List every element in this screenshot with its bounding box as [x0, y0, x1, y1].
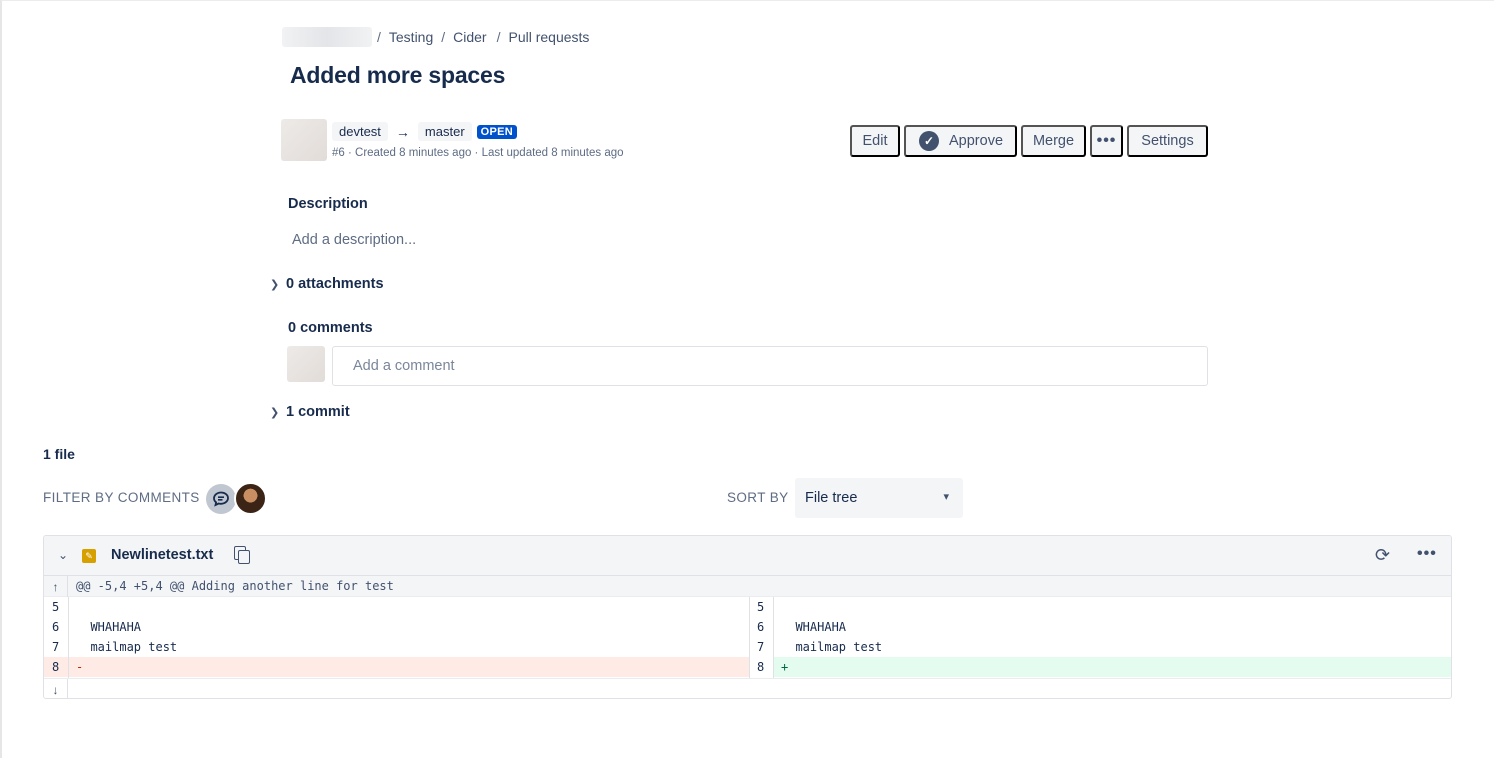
approve-button[interactable]: ✓ Approve: [904, 125, 1017, 157]
source-branch[interactable]: devtest: [332, 122, 388, 141]
code-line: mailmap test: [781, 640, 883, 654]
line-number[interactable]: 5: [44, 597, 68, 617]
arrow-up-icon[interactable]: ↑: [44, 576, 68, 597]
chevron-right-icon: ❯: [270, 406, 280, 419]
diff-row-left: 5: [44, 597, 749, 617]
line-number[interactable]: 6: [44, 617, 68, 637]
attachments-toggle[interactable]: ❯ 0 attachments: [270, 276, 384, 292]
line-number[interactable]: 5: [749, 597, 773, 617]
breadcrumb-pull-requests[interactable]: Pull requests: [509, 29, 590, 45]
diff-footer: ↓: [44, 678, 1451, 698]
check-circle-icon: ✓: [919, 131, 939, 151]
diff-row-added: 8 +: [749, 657, 1451, 677]
hunk-header: ↑ @@ -5,4 +5,4 @@ Adding another line fo…: [44, 576, 1451, 597]
code-line-deleted: -: [76, 660, 84, 674]
arrow-right-icon: →: [395, 123, 410, 140]
description-heading: Description: [288, 196, 368, 212]
gutter-divider: [773, 597, 774, 678]
breadcrumb-separator: /: [496, 29, 501, 45]
sort-by-label: SORT BY: [727, 490, 789, 505]
attachments-label: 0 attachments: [286, 276, 384, 292]
approve-label: Approve: [949, 133, 1004, 149]
pencil-icon: ✎: [82, 549, 96, 563]
diff-row-right: 5: [749, 597, 1451, 617]
sort-select-value: File tree: [805, 490, 858, 506]
description-placeholder[interactable]: Add a description...: [292, 232, 416, 248]
code-line: mailmap test: [76, 640, 178, 654]
gutter-divider: [68, 597, 69, 678]
side-divider: [749, 597, 750, 678]
code-line-added: +: [773, 657, 1451, 677]
file-more-icon[interactable]: •••: [1417, 545, 1437, 563]
current-user-avatar: [287, 346, 325, 382]
speech-bubble-icon: [213, 491, 229, 507]
page-title: Added more spaces: [290, 62, 506, 88]
breadcrumb-separator: /: [441, 29, 446, 45]
file-diff-header: ⌄ ✎ Newlinetest.txt ⟳ •••: [44, 536, 1451, 576]
hunk-header-text: @@ -5,4 +5,4 @@ Adding another line for …: [76, 579, 394, 593]
breadcrumb-separator: /: [377, 29, 381, 45]
line-number[interactable]: 7: [44, 637, 68, 657]
settings-button[interactable]: Settings: [1127, 125, 1208, 157]
diff-row-right: 6 WHAHAHA: [749, 617, 1451, 637]
code-line: WHAHAHA: [76, 620, 142, 634]
code-line: WHAHAHA: [781, 620, 847, 634]
commits-toggle[interactable]: ❯ 1 commit: [270, 404, 350, 420]
edit-button[interactable]: Edit: [850, 125, 900, 157]
commits-label: 1 commit: [286, 404, 350, 420]
diff-row-deleted: 8 -: [44, 657, 749, 677]
breadcrumb: / Testing / Cider / Pull requests: [282, 27, 589, 47]
comment-filter-icon[interactable]: [206, 484, 236, 514]
diff-row-left: 7 mailmap test: [44, 637, 749, 657]
line-number[interactable]: 6: [749, 617, 773, 637]
comment-add-icon[interactable]: ⟳: [1375, 545, 1390, 566]
target-branch[interactable]: master: [417, 122, 472, 141]
diff-row-left: 6 WHAHAHA: [44, 617, 749, 637]
author-avatar[interactable]: [281, 119, 327, 161]
status-badge: OPEN: [476, 124, 518, 139]
line-number[interactable]: 8: [749, 657, 773, 677]
breadcrumb-workspace-redacted[interactable]: [282, 27, 372, 47]
breadcrumb-project[interactable]: Testing: [389, 29, 433, 45]
copy-icon[interactable]: [233, 546, 250, 564]
filter-by-comments-label: FILTER BY COMMENTS: [43, 490, 200, 505]
pr-meta: #6 · Created 8 minutes ago · Last update…: [332, 147, 624, 159]
sort-select[interactable]: File tree ▾: [795, 478, 963, 518]
chevron-right-icon: ❯: [270, 278, 280, 291]
comment-input[interactable]: [332, 346, 1208, 386]
breadcrumb-repo[interactable]: Cider: [453, 29, 486, 45]
arrow-down-icon[interactable]: ↓: [44, 679, 68, 698]
file-name[interactable]: Newlinetest.txt: [111, 547, 213, 563]
branch-info: devtest → master OPEN: [332, 122, 518, 141]
merge-button[interactable]: Merge: [1021, 125, 1086, 157]
more-actions-button[interactable]: •••: [1090, 125, 1123, 157]
collapse-chevron-icon[interactable]: ⌄: [58, 548, 68, 562]
line-number[interactable]: 8: [44, 657, 68, 677]
chevron-down-icon: ▾: [943, 491, 949, 503]
diff-row-right: 7 mailmap test: [749, 637, 1451, 657]
line-number[interactable]: 7: [749, 637, 773, 657]
file-diff: ⌄ ✎ Newlinetest.txt ⟳ ••• ↑ @@ -5,4 +5,4…: [43, 535, 1452, 699]
user-filter-avatar[interactable]: [234, 482, 267, 515]
files-count: 1 file: [43, 446, 75, 462]
comments-heading: 0 comments: [288, 320, 373, 336]
